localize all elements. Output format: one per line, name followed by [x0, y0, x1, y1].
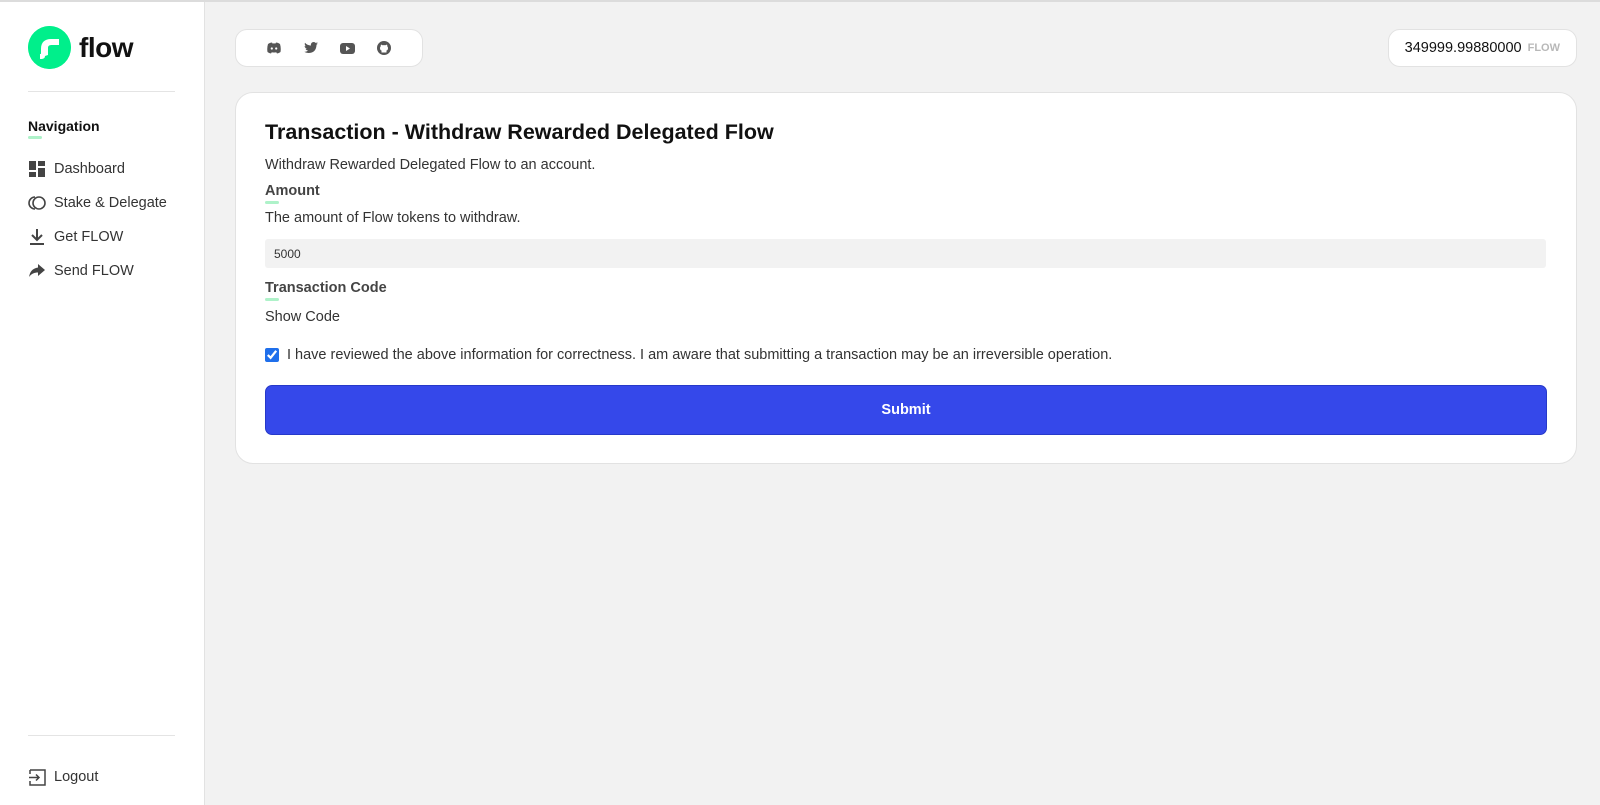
logout-icon: [28, 768, 46, 786]
show-code-toggle[interactable]: Show Code: [265, 309, 340, 325]
sidebar-item-dashboard[interactable]: Dashboard: [28, 152, 167, 186]
confirm-checkbox[interactable]: [265, 348, 279, 362]
navigation-heading-text: Navigation: [28, 118, 100, 134]
download-icon: [28, 228, 46, 246]
sidebar-item-send-flow[interactable]: Send FLOW: [28, 254, 167, 288]
dashboard-icon: [28, 160, 46, 178]
sidebar-item-label: Send FLOW: [54, 263, 134, 279]
flow-logo-icon: [28, 26, 71, 69]
transaction-description: Withdraw Rewarded Delegated Flow to an a…: [265, 157, 596, 173]
flow-logo[interactable]: flow: [28, 26, 134, 69]
brand-name: flow: [79, 31, 134, 63]
sidebar-item-get-flow[interactable]: Get FLOW: [28, 220, 167, 254]
submit-button[interactable]: Submit: [265, 385, 1547, 435]
nav-list: Dashboard Stake & Delegate Get FLOW Send…: [28, 152, 167, 288]
page-title: Transaction - Withdraw Rewarded Delegate…: [265, 120, 774, 144]
twitter-icon[interactable]: [302, 39, 320, 57]
confirm-row: I have reviewed the above information fo…: [265, 347, 1112, 363]
logout-label: Logout: [54, 769, 99, 785]
sidebar-item-stake-delegate[interactable]: Stake & Delegate: [28, 186, 167, 220]
account-balance: 349999.99880000 FLOW: [1387, 29, 1577, 67]
logout-button[interactable]: Logout: [28, 768, 98, 786]
transaction-code-label-text: Transaction Code: [265, 280, 387, 296]
navigation-heading: Navigation: [28, 118, 100, 139]
sidebar-item-label: Stake & Delegate: [54, 195, 167, 211]
sidebar: flow Navigation Dashboard Stake & Delega…: [0, 2, 205, 805]
github-icon[interactable]: [375, 39, 393, 57]
balance-value: 349999.99880000: [1404, 40, 1522, 56]
amount-label-text: Amount: [265, 183, 320, 199]
share-arrow-icon: [28, 262, 46, 280]
confirm-text: I have reviewed the above information fo…: [287, 347, 1113, 363]
transaction-code-label: Transaction Code: [265, 280, 387, 301]
label-accent: [265, 298, 279, 301]
amount-label: Amount: [265, 183, 320, 204]
amount-help: The amount of Flow tokens to withdraw.: [265, 210, 521, 226]
label-accent: [265, 201, 279, 204]
stake-icon: [28, 194, 46, 212]
top-border: [0, 0, 1600, 2]
transaction-card: Transaction - Withdraw Rewarded Delegate…: [235, 92, 1577, 464]
sidebar-divider: [28, 735, 175, 736]
discord-icon[interactable]: [265, 39, 283, 57]
heading-accent: [28, 136, 42, 139]
sidebar-item-label: Get FLOW: [54, 229, 124, 245]
sidebar-item-label: Dashboard: [54, 161, 125, 177]
sidebar-divider: [28, 91, 175, 92]
amount-input[interactable]: [265, 239, 1546, 268]
balance-unit: FLOW: [1527, 42, 1560, 54]
youtube-icon[interactable]: [338, 39, 356, 57]
social-links: [235, 29, 423, 67]
